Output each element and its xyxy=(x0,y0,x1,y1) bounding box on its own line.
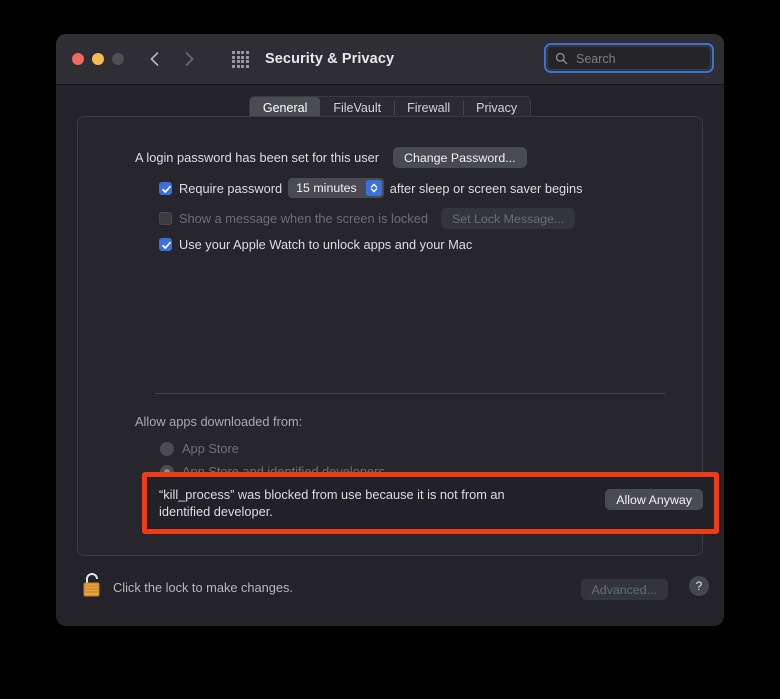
show-lock-message-checkbox xyxy=(159,212,172,225)
app-store-label: App Store xyxy=(182,441,239,456)
login-password-row: A login password has been set for this u… xyxy=(135,147,527,168)
allow-anyway-button[interactable]: Allow Anyway xyxy=(605,489,703,510)
search-input[interactable] xyxy=(574,47,706,71)
close-button[interactable] xyxy=(72,53,84,65)
section-divider xyxy=(155,393,665,394)
require-password-suffix: after sleep or screen saver begins xyxy=(389,180,583,196)
minimize-button[interactable] xyxy=(92,53,104,65)
show-all-grid-icon[interactable] xyxy=(232,51,249,68)
apple-watch-label: Use your Apple Watch to unlock apps and … xyxy=(179,237,473,252)
blocked-app-alert-highlight: “kill_process” was blocked from use beca… xyxy=(142,472,719,534)
login-password-text: A login password has been set for this u… xyxy=(135,150,379,165)
padlock-unlocked-icon[interactable] xyxy=(81,572,103,598)
advanced-button: Advanced... xyxy=(580,579,668,600)
set-lock-message-button: Set Lock Message... xyxy=(440,208,576,229)
search-field[interactable] xyxy=(547,46,711,71)
allow-apps-heading-row: Allow apps downloaded from: xyxy=(135,414,302,429)
apple-watch-row: Use your Apple Watch to unlock apps and … xyxy=(159,237,472,252)
page-title: Security & Privacy xyxy=(265,51,395,67)
chevron-updown-icon xyxy=(365,180,382,196)
forward-arrow-icon xyxy=(178,48,200,70)
general-settings-panel: A login password has been set for this u… xyxy=(77,116,719,556)
sleep-delay-value: 15 minutes xyxy=(296,181,357,195)
require-password-label: Require password xyxy=(179,180,283,196)
require-password-row: Require password 15 minutes after sleep … xyxy=(159,178,583,198)
search-icon xyxy=(555,52,568,70)
back-arrow-icon[interactable] xyxy=(144,48,166,70)
blocked-app-message: “kill_process” was blocked from use beca… xyxy=(159,487,505,519)
app-store-radio xyxy=(160,441,174,456)
allow-apps-heading: Allow apps downloaded from: xyxy=(135,414,303,429)
show-lock-message-row: Show a message when the screen is locked… xyxy=(159,208,576,229)
change-password-button[interactable]: Change Password... xyxy=(393,147,527,168)
window-titlebar: Security & Privacy xyxy=(56,34,724,85)
apple-watch-checkbox[interactable] xyxy=(159,238,172,251)
search-field-focus-ring xyxy=(544,43,714,73)
lock-caption: Click the lock to make changes. xyxy=(113,580,293,595)
sleep-delay-popup-button[interactable]: 15 minutes xyxy=(288,178,384,198)
radio-app-store-row: App Store xyxy=(160,441,239,456)
zoom-button xyxy=(112,53,124,65)
show-lock-message-label: Show a message when the screen is locked xyxy=(179,211,428,226)
require-password-checkbox[interactable] xyxy=(159,181,172,195)
help-button[interactable]: ? xyxy=(689,576,709,596)
security-privacy-window: Security & Privacy General FileVault Fir… xyxy=(56,34,724,626)
